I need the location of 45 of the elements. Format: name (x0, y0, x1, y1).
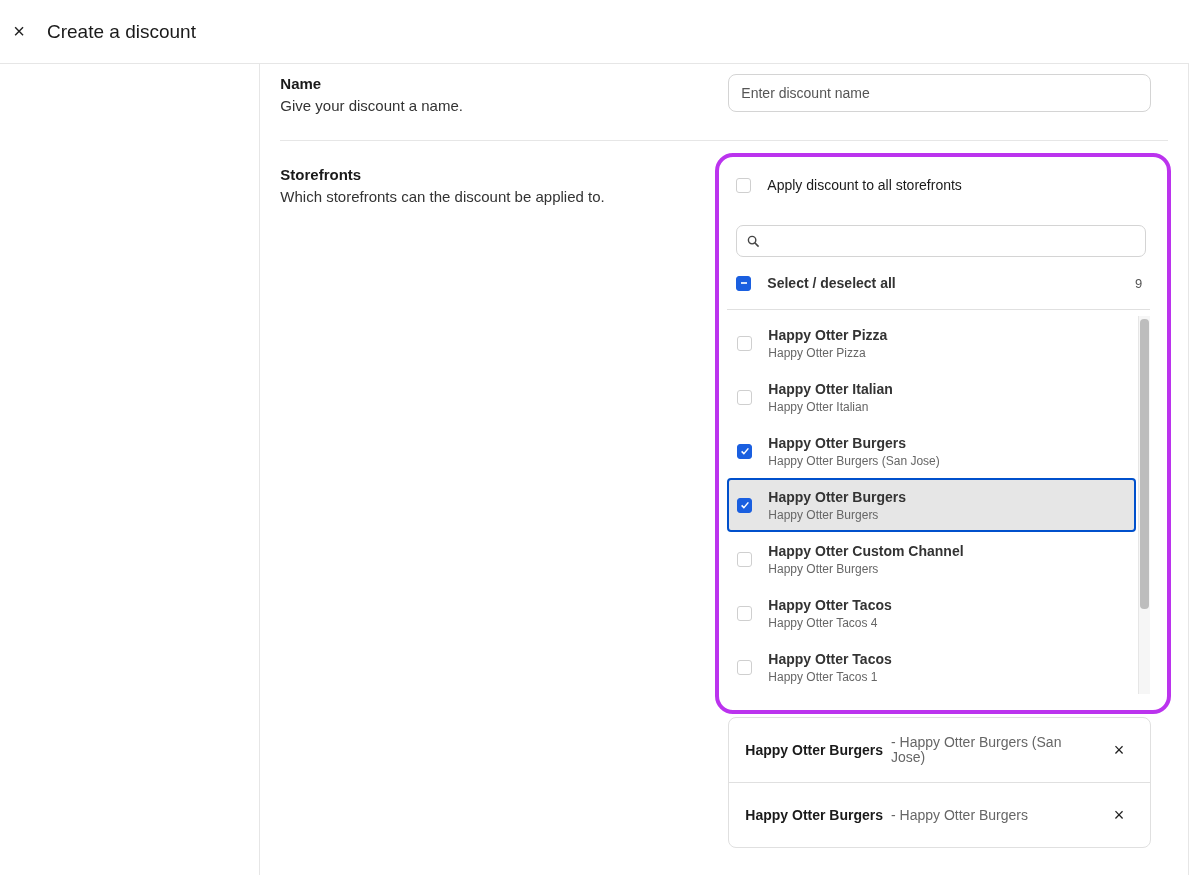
section-title: Storefronts (280, 166, 363, 184)
page-title: Create a discount (47, 20, 196, 43)
storefront-name: Happy Otter Burgers (768, 488, 907, 505)
storefront-subtitle: Happy Otter Tacos 1 (768, 669, 879, 684)
storefront-name: Happy Otter Tacos (768, 650, 892, 667)
remove-button[interactable]: × (1103, 739, 1135, 761)
search-icon (747, 234, 761, 248)
search-field[interactable] (736, 225, 1147, 257)
remove-button[interactable]: × (1103, 804, 1135, 826)
storefront-subtitle: Happy Otter Burgers (768, 507, 880, 522)
checkbox[interactable] (737, 443, 753, 459)
storefront-option[interactable]: Happy Otter Pizza Happy Otter Pizza (727, 316, 1137, 370)
storefront-name: Happy Otter Pizza (768, 326, 888, 343)
storefront-subtitle: Happy Otter Tacos 4 (768, 615, 879, 630)
check-icon (738, 499, 751, 511)
storefront-option[interactable]: Happy Otter Burgers Happy Otter Burgers (727, 478, 1137, 532)
discount-name-field[interactable]: Enter discount name (728, 74, 1152, 112)
storefront-name: Happy Otter Tacos (768, 596, 892, 613)
checkbox[interactable] (736, 275, 752, 291)
checkbox-label: Apply discount to all storefronts (767, 177, 962, 193)
storefront-subtitle: Happy Otter Burgers (San Jose) (768, 453, 940, 468)
close-button[interactable]: × (1, 20, 37, 43)
item-count: 9 (1135, 275, 1143, 291)
storefront-option[interactable]: Happy Otter Burgers Happy Otter Burgers (San Jose) (727, 424, 1137, 478)
section-description: Which storefronts can the discount be applied to. (280, 188, 606, 205)
storefront-detail: - Happy Otter Burgers (891, 807, 1029, 823)
storefront-subtitle: Happy Otter Italian (768, 399, 870, 414)
storefront-subtitle: Happy Otter Pizza (768, 345, 867, 360)
storefront-subtitle: Happy Otter Burgers (768, 561, 880, 576)
storefront-detail: - Happy Otter Burgers (San Jose) (891, 735, 1063, 765)
section-title: Name (280, 75, 323, 93)
scrollbar[interactable] (1138, 316, 1151, 694)
storefront-option[interactable]: Happy Otter Tacos Happy Otter Tacos 4 (727, 586, 1137, 640)
storefront-name: Happy Otter Custom Channel (768, 542, 964, 559)
check-icon (738, 445, 751, 457)
storefront-option[interactable]: Happy Otter Italian Happy Otter Italian (727, 370, 1137, 424)
storefront-name: Happy Otter Burgers (768, 434, 908, 451)
checkbox[interactable] (737, 497, 753, 513)
storefront-name: Happy Otter Burgers (745, 742, 884, 758)
storefront-option[interactable]: Happy Otter Tacos Happy Otter Tacos 1 (727, 640, 1137, 694)
checkbox-label: Select / deselect all (767, 275, 896, 291)
storefront-option[interactable]: Happy Otter Custom Channel Happy Otter Burgers (727, 532, 1137, 586)
section-description: Give your discount a name. (280, 97, 464, 114)
storefront-name: Happy Otter Italian (768, 380, 893, 397)
storefront-name: Happy Otter Burgers (745, 807, 884, 823)
